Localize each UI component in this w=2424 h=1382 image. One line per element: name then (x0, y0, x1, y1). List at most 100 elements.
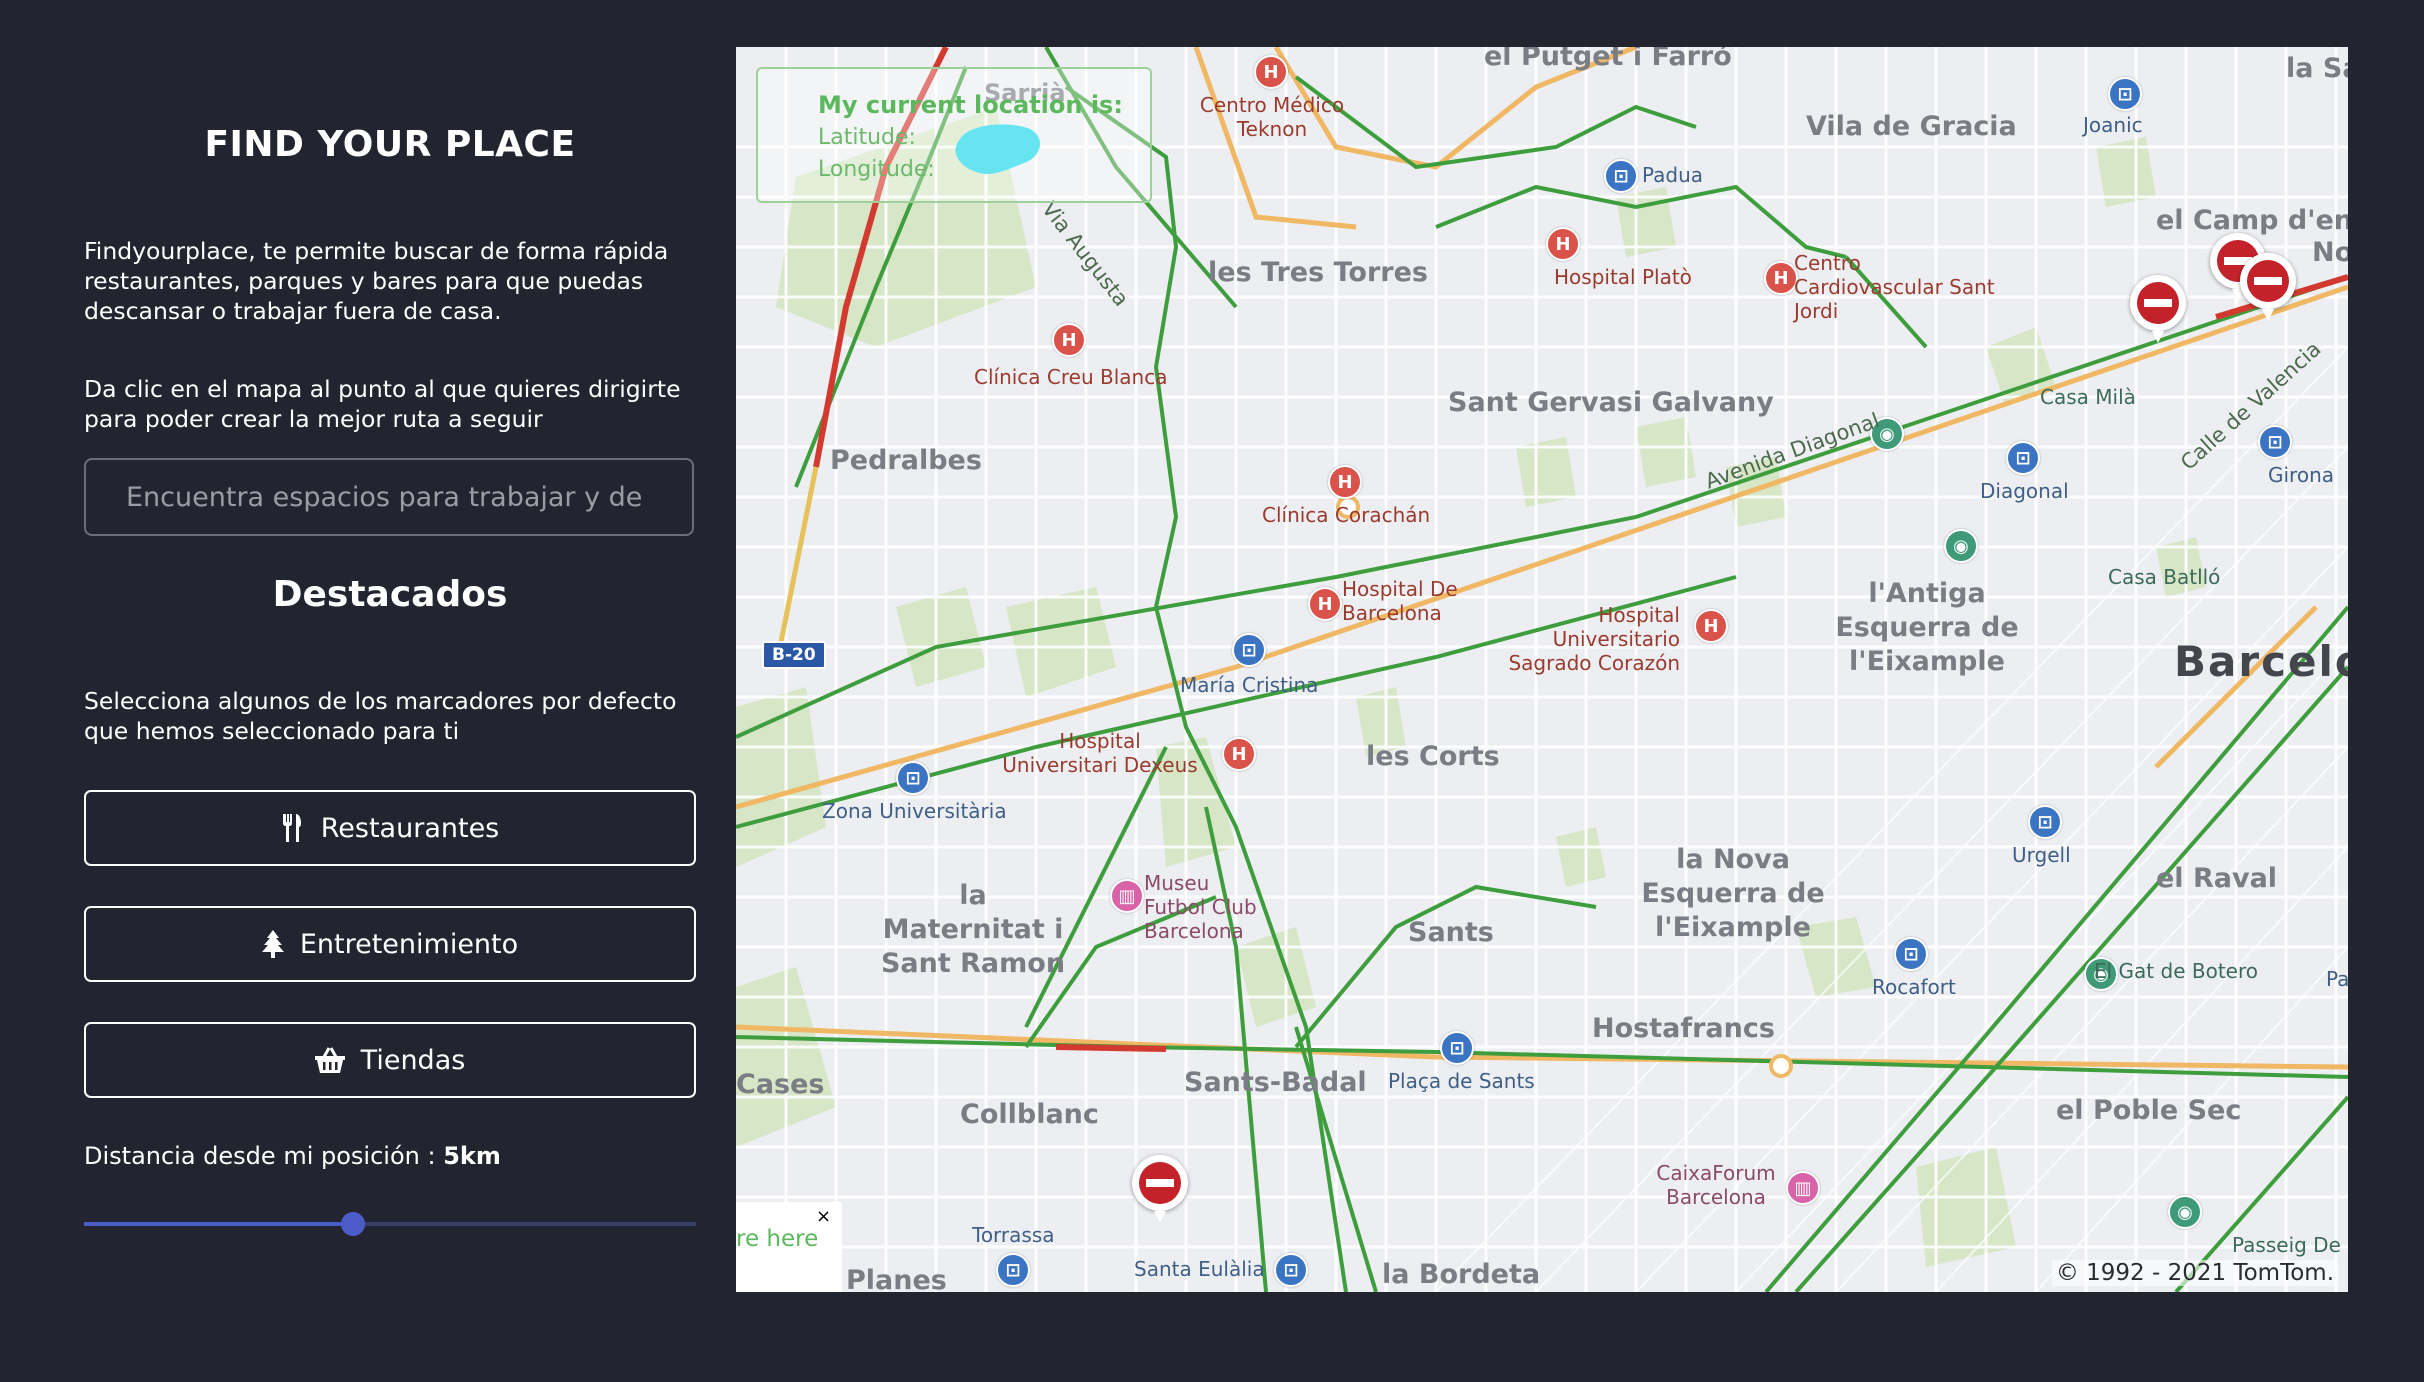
transit-label: Girona (2268, 463, 2335, 487)
transit-label: Diagonal (1980, 479, 2069, 503)
landmark-icon[interactable]: ◉ (2168, 1195, 2202, 1229)
poi-label: Centro Médico Teknon (1199, 93, 1345, 141)
bus-icon[interactable]: ⊡ (996, 1253, 1030, 1287)
area-label: les Corts (1366, 741, 1500, 772)
hospital-icon[interactable]: H (1546, 227, 1580, 261)
hospital-icon[interactable]: H (1694, 609, 1728, 643)
distance-label: Distancia desde mi posición : 5km (84, 1142, 501, 1170)
poi-label: Hospital De Barcelona (1342, 577, 1458, 625)
slider-fill (84, 1222, 354, 1226)
app-title: FIND YOUR PLACE (204, 124, 576, 165)
area-label: Vila de Gracia (1806, 111, 2017, 142)
area-label: les Tres Torres (1208, 257, 1428, 288)
close-icon[interactable]: × (816, 1206, 831, 1227)
poi-label: Casa Milà (2040, 385, 2136, 409)
transit-label: Pa (2326, 967, 2348, 991)
area-label: Nov (2312, 237, 2348, 268)
shops-label: Tiendas (360, 1044, 466, 1076)
transit-label: Torrassa (972, 1223, 1055, 1247)
hospital-icon[interactable]: H (1308, 587, 1342, 621)
bus-icon[interactable]: ⊡ (1894, 937, 1928, 971)
poi-label: Hospital Platò (1554, 265, 1692, 289)
transit-label: Joanic (2083, 113, 2143, 137)
transit-label: Zona Universitària (822, 799, 1007, 823)
entertainment-button[interactable]: Entretenimiento (84, 906, 696, 982)
museum-icon[interactable]: ▥ (1110, 879, 1144, 913)
intro-text: Findyourplace, te permite buscar de form… (84, 237, 669, 325)
bus-icon[interactable]: ⊡ (1440, 1031, 1474, 1065)
road-shield: B-20 (762, 641, 826, 669)
bus-icon[interactable]: ⊡ (2108, 77, 2142, 111)
poi-label: Casa Batlló (2108, 565, 2221, 589)
featured-title: Destacados (272, 574, 508, 615)
hospital-icon[interactable]: H (1052, 323, 1086, 357)
area-label: el Camp d'en Gr (2156, 205, 2348, 236)
area-label: el Putget i Farró (1484, 47, 1732, 72)
camera-icon[interactable]: ◉ (1944, 529, 1978, 563)
poi-label: Hospital Universitario Sagrado Corazón (1508, 603, 1680, 675)
bus-icon[interactable]: ⊡ (1274, 1253, 1308, 1287)
search-input[interactable] (84, 458, 694, 536)
map[interactable]: Sarrià el Putget i Farró Vila de Gracia … (736, 47, 2348, 1292)
museum-icon[interactable]: ▥ (1786, 1171, 1820, 1205)
area-label: Collblanc (960, 1099, 1099, 1130)
bus-icon[interactable]: ⊡ (2028, 805, 2062, 839)
hospital-icon[interactable]: H (1222, 737, 1256, 771)
transit-label: Urgell (2012, 843, 2071, 867)
poi-label: CaixaForum Barcelona (1656, 1161, 1776, 1209)
distance-slider[interactable] (84, 1212, 696, 1236)
area-label: el Poble Sec (2056, 1095, 2242, 1126)
latitude-label: Latitude: (818, 125, 916, 150)
no-entry-icon[interactable] (2240, 253, 2296, 321)
area-label: la Bordeta (1382, 1259, 1541, 1290)
utensils-icon (282, 814, 301, 842)
restaurants-label: Restaurantes (320, 812, 500, 844)
slider-thumb[interactable] (341, 1212, 366, 1236)
marker-popup: re here × (736, 1202, 842, 1292)
hospital-icon[interactable]: H (1328, 465, 1362, 499)
area-label: Sant Gervasi Galvany (1448, 387, 1774, 418)
poi-label: Passeig De Miram (2232, 1233, 2348, 1257)
current-location-box: My current location is: Latitude: Longit… (756, 67, 1152, 203)
distance-text: Distancia desde mi posición : (84, 1142, 436, 1170)
transit-label: María Cristina (1180, 673, 1319, 697)
hospital-icon[interactable]: H (1254, 55, 1288, 89)
basket-icon (314, 1047, 345, 1073)
longitude-label: Longitude: (818, 157, 935, 182)
area-label: la Sa (2286, 53, 2348, 84)
city-label: Barcelon (2174, 637, 2348, 686)
area-label: la Nova Esquerra de l'Eixample (1641, 844, 1825, 943)
area-label: Hostafrancs (1592, 1013, 1775, 1044)
bus-icon[interactable]: ⊡ (1232, 633, 1266, 667)
distance-value: 5km (443, 1142, 501, 1170)
bus-icon[interactable]: ⊡ (896, 761, 930, 795)
area-label: Cases (736, 1069, 825, 1100)
shops-button[interactable]: Tiendas (84, 1022, 696, 1098)
poi-label: Clínica Corachán (1262, 503, 1431, 527)
sidebar: FIND YOUR PLACE Findyourplace, te permit… (0, 0, 735, 1382)
transit-label: Rocafort (1872, 975, 1956, 999)
instructions-text: Da clic en el mapa al punto al que quier… (84, 375, 681, 433)
area-label: Sants (1408, 917, 1494, 948)
bus-icon[interactable]: ⊡ (2258, 425, 2292, 459)
poi-label: El Gat de Botero (2094, 959, 2258, 983)
hospital-icon[interactable]: H (1764, 261, 1798, 295)
area-label: el Raval (2156, 863, 2278, 894)
featured-description: Selecciona algunos de los marcadores por… (84, 687, 677, 745)
transit-label: Santa Eulàlia (1134, 1257, 1265, 1281)
restaurants-button[interactable]: Restaurantes (84, 790, 696, 866)
bus-icon[interactable]: ⊡ (1604, 159, 1638, 193)
no-entry-icon[interactable] (2130, 275, 2186, 343)
poi-label: Clínica Creu Blanca (974, 365, 1168, 389)
redacted-coordinates (955, 124, 1041, 174)
poi-label: Hospital Universitari Dexeus (1002, 729, 1198, 777)
bus-icon[interactable]: ⊡ (2006, 441, 2040, 475)
no-entry-icon[interactable] (1132, 1155, 1188, 1223)
area-label: l'Antiga Esquerra de l'Eixample (1835, 578, 2019, 677)
tree-icon (261, 930, 284, 958)
poi-label: Centro Cardiovascular Sant Jordi (1794, 251, 1995, 323)
transit-label: Padua (1642, 163, 1704, 187)
popup-text: re here (736, 1226, 819, 1252)
area-label: Planes (846, 1265, 947, 1292)
area-label: la Maternitat i Sant Ramon (880, 880, 1066, 979)
